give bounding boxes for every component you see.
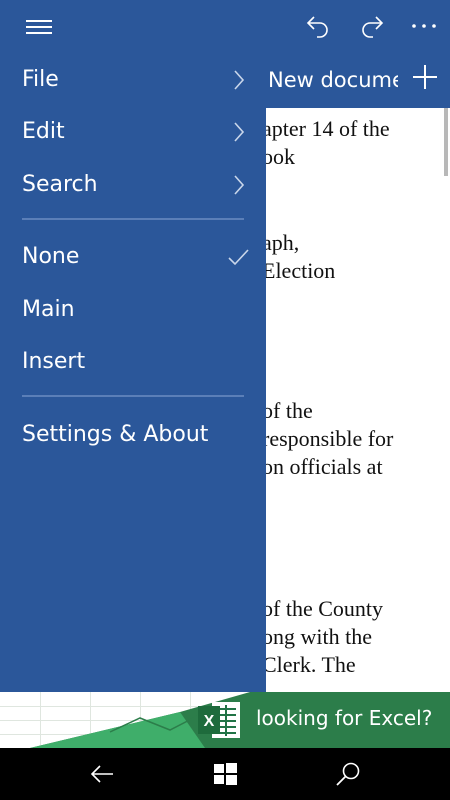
search-icon[interactable]	[332, 758, 364, 790]
check-icon	[226, 244, 250, 270]
more-icon[interactable]	[404, 6, 444, 46]
doc-line: Election	[266, 258, 336, 283]
plus-icon[interactable]	[410, 62, 440, 92]
menu-item-label: File	[22, 67, 59, 92]
redo-icon[interactable]	[352, 6, 392, 46]
menu-divider	[22, 218, 244, 220]
chevron-right-icon	[226, 119, 250, 145]
menu-item-label: Main	[22, 297, 75, 322]
menu-item-label: Settings & About	[22, 422, 209, 447]
menu-item-label: Insert	[22, 349, 86, 374]
menu-item-settings-about[interactable]: Settings & About	[0, 410, 266, 462]
excel-promo-banner[interactable]: X looking for Excel?	[0, 692, 450, 748]
back-icon[interactable]	[86, 758, 118, 790]
hamburger-menu-icon[interactable]	[22, 10, 56, 44]
navigation-panel: File Edit Search None Main Insert Settin…	[0, 0, 266, 692]
scrollbar[interactable]	[444, 108, 448, 176]
menu-divider	[22, 395, 244, 397]
doc-line: ook	[266, 144, 295, 169]
chevron-right-icon	[226, 67, 250, 93]
menu-item-edit[interactable]: Edit	[0, 107, 266, 159]
doc-line: on officials at	[266, 454, 383, 479]
new-document-label[interactable]: New documer	[268, 68, 398, 92]
chevron-right-icon	[226, 172, 250, 198]
doc-line: aph,	[266, 230, 300, 255]
menu-item-main[interactable]: Main	[0, 285, 266, 337]
menu-item-insert[interactable]: Insert	[0, 337, 266, 389]
doc-line: Clerk. The	[266, 652, 356, 677]
banner-text: looking for Excel?	[256, 706, 433, 730]
doc-line: of the	[266, 398, 313, 423]
menu-item-label: None	[22, 244, 80, 269]
menu-item-label: Search	[22, 172, 98, 197]
undo-icon[interactable]	[298, 6, 338, 46]
menu-item-file[interactable]: File	[0, 55, 266, 107]
system-nav-bar	[0, 748, 450, 800]
menu-item-none[interactable]: None	[0, 232, 266, 284]
menu-item-search[interactable]: Search	[0, 160, 266, 212]
windows-icon[interactable]	[209, 758, 241, 790]
menu-item-label: Edit	[22, 119, 65, 144]
doc-line: of the County	[266, 596, 383, 621]
doc-line: responsible for	[266, 426, 394, 451]
doc-line: apter 14 of the	[266, 116, 390, 141]
document-body: apter 14 of the ook aph, Election of the…	[266, 108, 450, 692]
excel-icon: X	[198, 700, 242, 740]
new-document-bar: New documer	[266, 52, 450, 108]
doc-line: ong with the	[266, 624, 372, 649]
svg-text:X: X	[204, 713, 215, 730]
